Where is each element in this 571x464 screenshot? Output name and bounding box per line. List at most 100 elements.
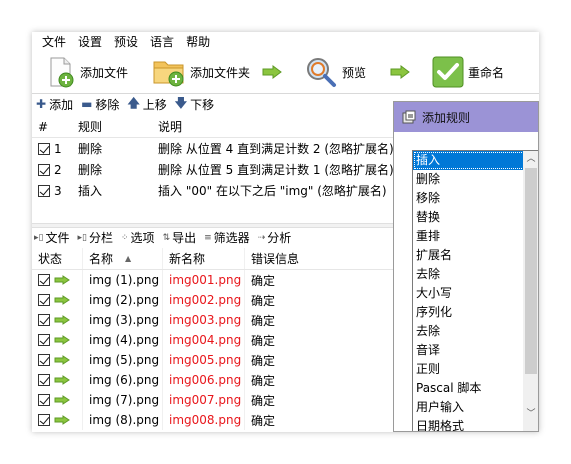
add-files-label: 添加文件: [80, 65, 129, 80]
file-checkbox[interactable]: [38, 314, 50, 326]
file-error: 确定: [244, 330, 314, 350]
rule-name: 删除: [78, 163, 103, 177]
scroll-up-icon[interactable]: ︿: [523, 151, 538, 167]
magnifier-icon: [307, 58, 337, 87]
file-name: img (1).png: [82, 270, 162, 290]
rule-type-list[interactable]: 插入 删除 移除 替换 重排 扩展名 去除 大小写 序列化 去除 音译 正则 P…: [412, 150, 538, 431]
arrow-right-icon: [54, 335, 70, 345]
file-error: 确定: [244, 350, 314, 370]
move-up-label: 上移: [142, 97, 167, 112]
arrow-right-icon: [390, 65, 410, 79]
list-item[interactable]: 插入: [413, 151, 538, 170]
arrow-up-icon: 🡅: [127, 95, 140, 110]
main-toolbar: 添加文件 添加文件夹 预览 重命名: [32, 53, 539, 91]
filters-button[interactable]: ≡ 筛选器: [204, 229, 250, 246]
menu-file[interactable]: 文件: [36, 32, 72, 52]
list-item[interactable]: 移除: [413, 189, 538, 208]
add-files-button[interactable]: 添加文件: [46, 55, 128, 89]
move-up-button[interactable]: 🡅 上移: [127, 94, 166, 115]
menu-presets[interactable]: 预设: [108, 32, 144, 52]
plus-icon: ✚: [36, 97, 47, 111]
list-item[interactable]: 用户输入: [413, 398, 538, 417]
rule-number: 2: [54, 162, 62, 177]
arrow-right-icon: [54, 355, 70, 365]
col-error[interactable]: 错误信息: [244, 248, 314, 269]
add-rule-button[interactable]: ✚ 添加: [36, 96, 73, 113]
list-item[interactable]: 替换: [413, 208, 538, 227]
file-checkbox[interactable]: [38, 354, 50, 366]
file-name: img (3).png: [82, 310, 162, 330]
list-item[interactable]: 大小写: [413, 284, 538, 303]
file-checkbox[interactable]: [38, 294, 50, 306]
list-item[interactable]: 重排: [413, 227, 538, 246]
rename-label: 重命名: [468, 65, 505, 80]
list-item[interactable]: 去除: [413, 265, 538, 284]
menu-help[interactable]: 帮助: [180, 32, 216, 52]
list-item[interactable]: Pascal 脚本: [413, 379, 538, 398]
options-button[interactable]: ⁘ 选项: [121, 229, 155, 246]
list-item[interactable]: 正则: [413, 360, 538, 379]
scroll-thumb[interactable]: [525, 168, 537, 374]
col-name-label: 名称: [89, 252, 114, 266]
file-name: img (5).png: [82, 350, 162, 370]
col-name[interactable]: 名称 ▲: [82, 248, 162, 269]
list-item[interactable]: 音译: [413, 341, 538, 360]
file-error: 确定: [244, 390, 314, 410]
arrow-down-icon: 🡇: [174, 95, 188, 110]
rule-checkbox[interactable]: [38, 164, 50, 176]
file-checkbox[interactable]: [38, 414, 50, 426]
options-icon: ⁘: [121, 232, 129, 243]
export-label: 导出: [172, 231, 197, 245]
list-item[interactable]: 日期格式: [413, 417, 538, 431]
file-checkbox[interactable]: [38, 394, 50, 406]
list-item[interactable]: 去除: [413, 322, 538, 341]
arrow-right-icon: [54, 295, 70, 305]
move-down-button[interactable]: 🡇 下移: [175, 94, 214, 115]
file-new-name: img004.png: [162, 330, 244, 350]
file-checkbox[interactable]: [38, 334, 50, 346]
files-menu-button[interactable]: ▸▯ 文件: [34, 229, 70, 246]
preview-button[interactable]: 预览: [304, 55, 366, 89]
list-item[interactable]: 扩展名: [413, 246, 538, 265]
preview-label: 预览: [342, 65, 367, 80]
scroll-down-icon[interactable]: ﹀: [523, 406, 538, 422]
col-status[interactable]: 状态: [32, 250, 82, 267]
file-new-name: img002.png: [162, 290, 244, 310]
list-item[interactable]: 删除: [413, 170, 538, 189]
menu-language[interactable]: 语言: [144, 32, 180, 52]
file-name: img (7).png: [82, 390, 162, 410]
export-button[interactable]: ⇅ 导出: [163, 229, 197, 246]
file-error: 确定: [244, 370, 314, 390]
arrow-right-icon: [54, 395, 70, 405]
file-name: img (6).png: [82, 370, 162, 390]
file-checkbox[interactable]: [38, 274, 50, 286]
rule-dialog-icon: [402, 110, 416, 124]
file-name: img (4).png: [82, 330, 162, 350]
list-scrollbar[interactable]: ︿ ﹀: [523, 151, 538, 431]
columns-label: 分栏: [88, 231, 113, 245]
arrow-right-icon: [54, 415, 70, 425]
col-new-name[interactable]: 新名称: [162, 248, 244, 269]
dialog-titlebar[interactable]: 添加规则: [394, 102, 538, 132]
rename-button[interactable]: 重命名: [432, 55, 504, 89]
arrow-right-icon: [54, 375, 70, 385]
add-rule-label: 添加: [49, 97, 74, 112]
remove-rule-button[interactable]: ▬ 移除: [81, 96, 119, 113]
rule-checkbox[interactable]: [38, 185, 50, 197]
file-error: 确定: [244, 290, 314, 310]
file-new-name: img001.png: [162, 270, 244, 290]
arrow-right-icon: [54, 275, 70, 285]
filters-label: 筛选器: [213, 231, 250, 245]
divider: [32, 93, 539, 94]
file-checkbox[interactable]: [38, 374, 50, 386]
analyze-button[interactable]: ⇢ 分析: [258, 229, 292, 246]
list-item[interactable]: 序列化: [413, 303, 538, 322]
columns-icon: ▸▯: [77, 232, 87, 243]
menu-settings[interactable]: 设置: [72, 32, 108, 52]
columns-button[interactable]: ▸▯ 分栏: [78, 229, 114, 246]
col-rule[interactable]: 规则: [72, 118, 152, 135]
analyze-icon: ⇢: [257, 232, 266, 243]
col-hash[interactable]: #: [32, 120, 72, 134]
add-folder-button[interactable]: 添加文件夹: [152, 55, 250, 89]
rule-checkbox[interactable]: [38, 143, 50, 155]
